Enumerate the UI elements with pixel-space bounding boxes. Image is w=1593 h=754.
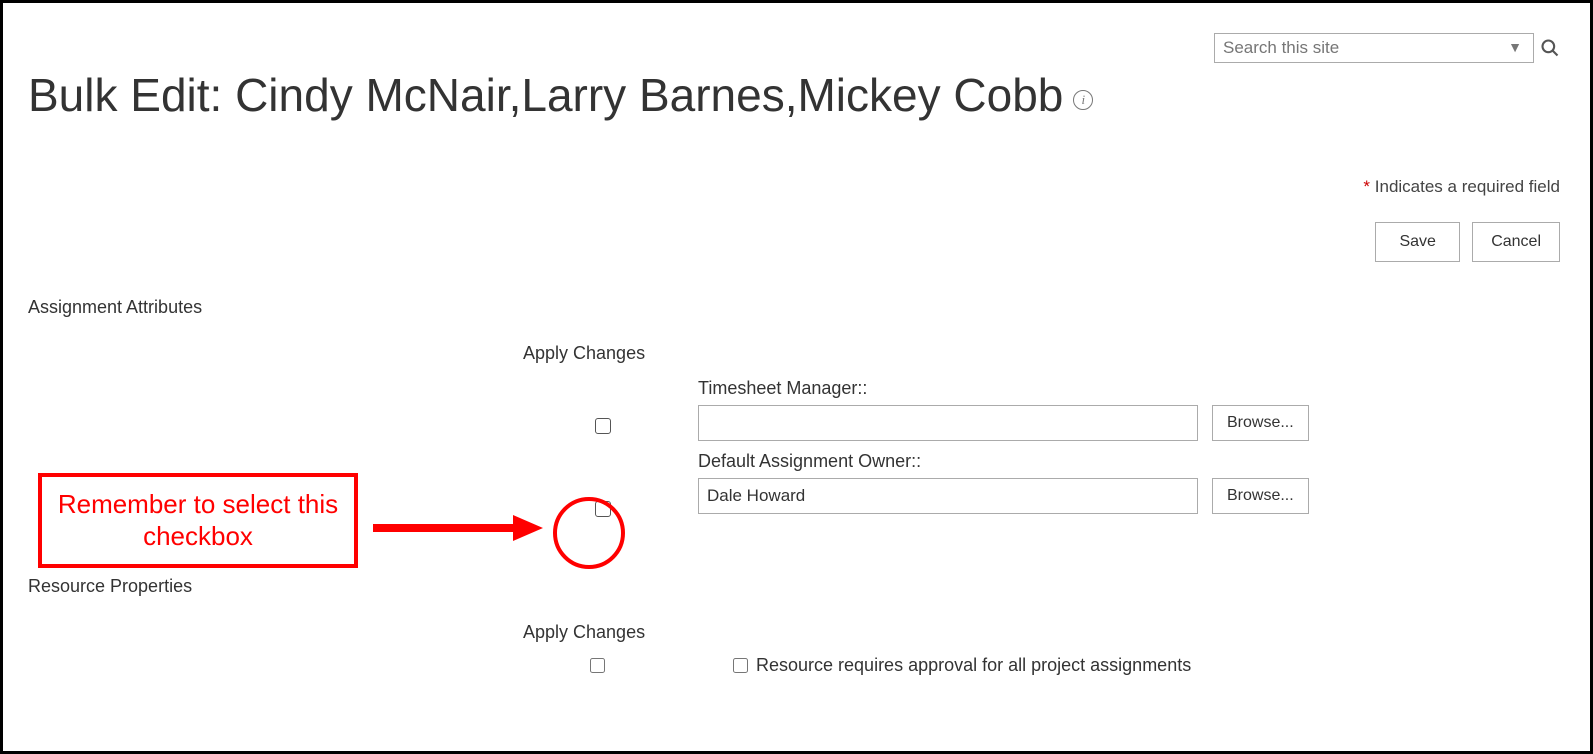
section-resource-properties: Resource Properties (28, 576, 1565, 597)
section-assignment-attributes: Assignment Attributes (28, 297, 1565, 318)
info-icon[interactable]: i (1073, 90, 1093, 110)
timesheet-manager-label: Timesheet Manager:: (698, 378, 1309, 399)
save-button[interactable]: Save (1375, 222, 1460, 262)
apply-timesheet-manager-checkbox[interactable] (595, 418, 611, 434)
cancel-button[interactable]: Cancel (1472, 222, 1560, 262)
search-input[interactable] (1214, 33, 1534, 63)
required-field-note: * Indicates a required field (28, 177, 1560, 197)
requires-approval-label: Resource requires approval for all proje… (756, 655, 1191, 676)
page-title: Bulk Edit: Cindy McNair,Larry Barnes,Mic… (28, 68, 1565, 122)
apply-requires-approval-checkbox[interactable] (590, 658, 605, 673)
default-owner-input[interactable] (698, 478, 1198, 514)
annotation-callout: Remember to select this checkbox (38, 473, 358, 568)
apply-changes-header-resource: Apply Changes (523, 622, 645, 643)
search-container: ▼ (1214, 33, 1560, 63)
default-owner-label: Default Assignment Owner:: (698, 451, 1309, 472)
browse-default-owner-button[interactable]: Browse... (1212, 478, 1309, 514)
browse-timesheet-manager-button[interactable]: Browse... (1212, 405, 1309, 441)
annotation-arrow-icon (373, 513, 543, 543)
timesheet-manager-input[interactable] (698, 405, 1198, 441)
apply-default-owner-checkbox[interactable] (595, 501, 611, 517)
search-icon[interactable] (1540, 38, 1560, 58)
apply-changes-header: Apply Changes (523, 343, 645, 364)
requires-approval-checkbox[interactable] (733, 658, 748, 673)
